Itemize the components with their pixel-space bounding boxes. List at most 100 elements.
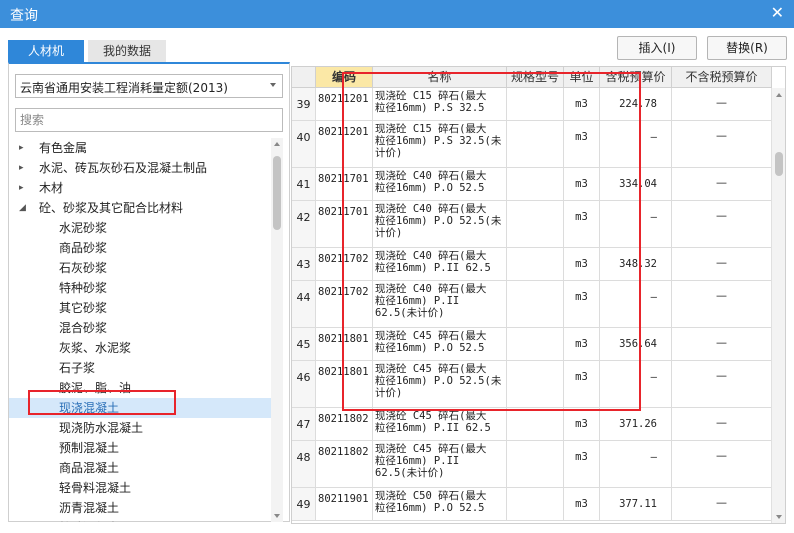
- material-unit[interactable]: m3: [564, 201, 600, 248]
- quota-library-select[interactable]: 云南省通用安装工程消耗量定额(2013): [15, 74, 283, 98]
- material-spec[interactable]: [507, 361, 564, 408]
- tree-item[interactable]: 商品砂浆: [9, 238, 271, 258]
- tax-price[interactable]: 348.32: [600, 248, 672, 281]
- material-spec[interactable]: [507, 488, 564, 521]
- tax-price[interactable]: —: [600, 281, 672, 328]
- material-code[interactable]: 80211801: [316, 328, 373, 361]
- notax-price-header[interactable]: 不含税预算价: [672, 67, 772, 88]
- scroll-thumb[interactable]: [273, 156, 281, 230]
- notax-price[interactable]: —: [672, 488, 772, 521]
- row-number-header[interactable]: [292, 67, 316, 88]
- material-name[interactable]: 现浇砼 C40 碎石(最大 粒径16mm) P.II 62.5: [373, 248, 507, 281]
- material-code[interactable]: 80211702: [316, 248, 373, 281]
- material-code[interactable]: 80211801: [316, 361, 373, 408]
- unit-header[interactable]: 单位: [564, 67, 600, 88]
- tree-item[interactable]: 其它砂浆: [9, 298, 271, 318]
- tax-price-header[interactable]: 含税预算价: [600, 67, 672, 88]
- scroll-down-icon[interactable]: [274, 514, 280, 518]
- row-number[interactable]: 39: [292, 88, 316, 121]
- material-name[interactable]: 现浇砼 C45 碎石(最大 粒径16mm) P.II 62.5(未计价): [373, 441, 507, 488]
- expand-arrow-icon[interactable]: ▸: [19, 178, 29, 198]
- material-spec[interactable]: [507, 408, 564, 441]
- material-spec[interactable]: [507, 121, 564, 168]
- insert-button[interactable]: 插入(I): [617, 36, 697, 60]
- row-number[interactable]: 48: [292, 441, 316, 488]
- notax-price[interactable]: —: [672, 408, 772, 441]
- scroll-up-icon[interactable]: [776, 93, 782, 97]
- material-unit[interactable]: m3: [564, 88, 600, 121]
- material-name[interactable]: 现浇砼 C45 碎石(最大 粒径16mm) P.O 52.5(未 计价): [373, 361, 507, 408]
- expand-arrow-icon[interactable]: ▸: [19, 158, 29, 178]
- tree-item[interactable]: ▸ 木材: [9, 178, 271, 198]
- notax-price[interactable]: —: [672, 441, 772, 488]
- material-code[interactable]: 80211201: [316, 121, 373, 168]
- material-spec[interactable]: [507, 201, 564, 248]
- row-number[interactable]: 45: [292, 328, 316, 361]
- row-number[interactable]: 47: [292, 408, 316, 441]
- notax-price[interactable]: —: [672, 281, 772, 328]
- notax-price[interactable]: —: [672, 361, 772, 408]
- material-unit[interactable]: m3: [564, 361, 600, 408]
- material-name[interactable]: 现浇砼 C50 碎石(最大 粒径16mm) P.O 52.5: [373, 488, 507, 521]
- material-unit[interactable]: m3: [564, 488, 600, 521]
- material-name[interactable]: 现浇砼 C15 碎石(最大 粒径16mm) P.S 32.5(未 计价): [373, 121, 507, 168]
- row-number[interactable]: 49: [292, 488, 316, 521]
- row-number[interactable]: 46: [292, 361, 316, 408]
- tree-item[interactable]: 轻骨料混凝土: [9, 478, 271, 498]
- material-spec[interactable]: [507, 328, 564, 361]
- tab-my-data[interactable]: 我的数据: [88, 40, 166, 62]
- material-name[interactable]: 现浇砼 C40 碎石(最大 粒径16mm) P.O 52.5(未 计价): [373, 201, 507, 248]
- material-name[interactable]: 现浇砼 C15 碎石(最大 粒径16mm) P.S 32.5: [373, 88, 507, 121]
- chevron-down-icon[interactable]: [270, 83, 276, 87]
- notax-price[interactable]: —: [672, 88, 772, 121]
- name-header[interactable]: 名称: [373, 67, 507, 88]
- expand-arrow-icon[interactable]: ▸: [19, 138, 29, 158]
- tax-price[interactable]: —: [600, 201, 672, 248]
- tree-item[interactable]: 水泥砂浆: [9, 218, 271, 238]
- scroll-down-icon[interactable]: [776, 515, 782, 519]
- material-code[interactable]: 80211802: [316, 441, 373, 488]
- tree-item[interactable]: 石子浆: [9, 358, 271, 378]
- material-unit[interactable]: m3: [564, 248, 600, 281]
- table-scrollbar[interactable]: [771, 88, 785, 523]
- material-spec[interactable]: [507, 88, 564, 121]
- tab-materials[interactable]: 人材机: [8, 40, 84, 62]
- tax-price[interactable]: —: [600, 441, 672, 488]
- tree-item[interactable]: 胶泥、脂、油: [9, 378, 271, 398]
- tree-item[interactable]: ◢ 砼、砂浆及其它配合比材料: [9, 198, 271, 218]
- replace-button[interactable]: 替换(R): [707, 36, 787, 60]
- material-spec[interactable]: [507, 168, 564, 201]
- row-number[interactable]: 41: [292, 168, 316, 201]
- tree-item[interactable]: 预制混凝土: [9, 438, 271, 458]
- scroll-up-icon[interactable]: [274, 142, 280, 146]
- material-code[interactable]: 80211802: [316, 408, 373, 441]
- tree-item[interactable]: 特种砂浆: [9, 278, 271, 298]
- material-spec[interactable]: [507, 281, 564, 328]
- tax-price[interactable]: 371.26: [600, 408, 672, 441]
- tax-price[interactable]: —: [600, 121, 672, 168]
- material-unit[interactable]: m3: [564, 281, 600, 328]
- material-code[interactable]: 80211701: [316, 201, 373, 248]
- tree-item[interactable]: ▸ 水泥、砖瓦灰砂石及混凝土制品: [9, 158, 271, 178]
- scroll-thumb[interactable]: [775, 152, 783, 176]
- material-name[interactable]: 现浇砼 C45 碎石(最大 粒径16mm) P.II 62.5: [373, 408, 507, 441]
- tree-item[interactable]: ▸ 有色金属: [9, 138, 271, 158]
- row-number[interactable]: 42: [292, 201, 316, 248]
- search-input[interactable]: [15, 108, 283, 132]
- tree-item[interactable]: 灰浆、水泥浆: [9, 338, 271, 358]
- tree-item[interactable]: 石灰砂浆: [9, 258, 271, 278]
- tax-price[interactable]: —: [600, 361, 672, 408]
- tax-price[interactable]: 334.04: [600, 168, 672, 201]
- tree-item[interactable]: 沥青混凝土: [9, 498, 271, 518]
- notax-price[interactable]: —: [672, 168, 772, 201]
- tree-item[interactable]: 商品混凝土: [9, 458, 271, 478]
- tax-price[interactable]: 356.64: [600, 328, 672, 361]
- close-icon[interactable]: ✕: [771, 3, 784, 23]
- notax-price[interactable]: —: [672, 248, 772, 281]
- material-spec[interactable]: [507, 441, 564, 488]
- tax-price[interactable]: 377.11: [600, 488, 672, 521]
- tree-item[interactable]: 现浇混凝土: [9, 398, 271, 418]
- material-code[interactable]: 80211701: [316, 168, 373, 201]
- material-name[interactable]: 现浇砼 C45 碎石(最大 粒径16mm) P.O 52.5: [373, 328, 507, 361]
- material-unit[interactable]: m3: [564, 408, 600, 441]
